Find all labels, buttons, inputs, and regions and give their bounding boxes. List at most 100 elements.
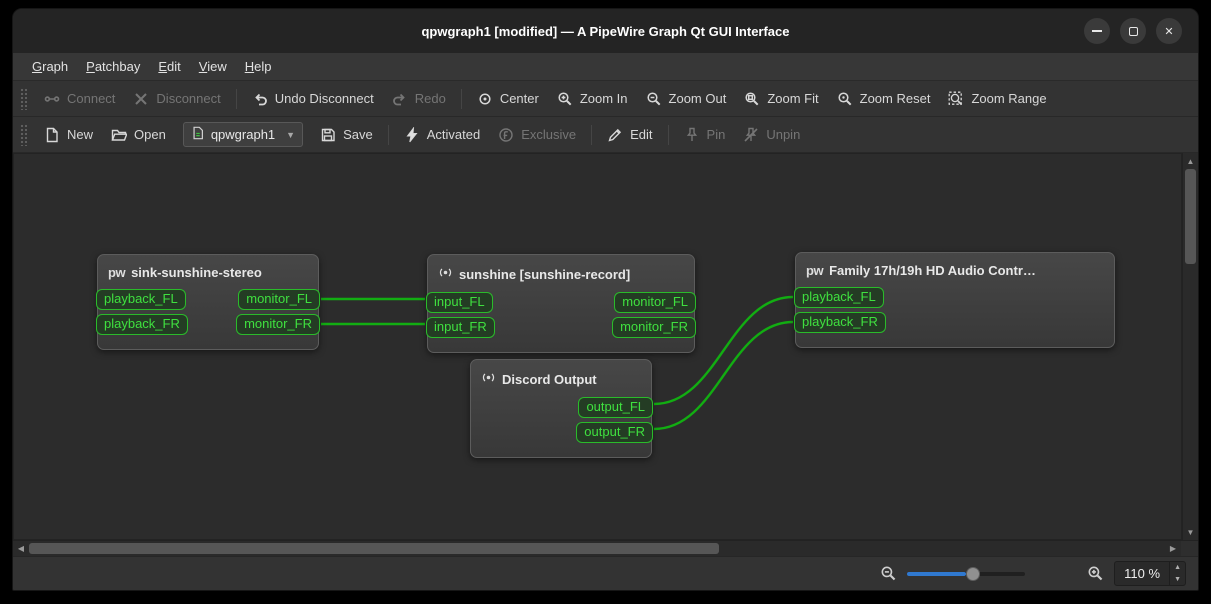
- undo-icon: [252, 91, 268, 107]
- zoom-slider-handle[interactable]: [966, 566, 981, 581]
- vertical-scrollbar-thumb[interactable]: [1185, 169, 1196, 264]
- minimize-icon: [1092, 30, 1102, 32]
- zoom-slider[interactable]: [907, 566, 1026, 581]
- disconnect-button[interactable]: Disconnect: [124, 85, 229, 113]
- node-title: Family 17h/19h HD Audio Contr…: [829, 263, 1036, 278]
- port-monitor-fr[interactable]: monitor_FR: [236, 314, 320, 335]
- node-ports: output_FL output_FR: [471, 389, 653, 457]
- zoom-slider-fill: [907, 571, 967, 576]
- port-input-fl[interactable]: input_FL: [426, 292, 493, 313]
- activated-toggle[interactable]: Activated: [395, 121, 489, 149]
- maximize-icon: [1128, 26, 1138, 36]
- node-header: sunshine [sunshine-record]: [428, 255, 694, 284]
- toolbar-drag-handle[interactable]: [20, 123, 27, 146]
- menu-patchbay[interactable]: Patchbay: [77, 55, 149, 78]
- statusbar: 110 % ▲ ▼: [13, 556, 1198, 590]
- patchbay-file-icon: [191, 126, 205, 143]
- minimize-button[interactable]: [1084, 18, 1110, 44]
- zoom-in-icon: [557, 91, 573, 107]
- menubar: Graph Patchbay Edit View Help: [13, 53, 1198, 81]
- node-family-hd-audio[interactable]: pw Family 17h/19h HD Audio Contr… playba…: [794, 252, 1115, 348]
- new-button[interactable]: New: [35, 121, 102, 149]
- close-button[interactable]: ✕: [1156, 18, 1182, 44]
- zoom-range-button[interactable]: Zoom Range: [939, 85, 1055, 113]
- node-header: Discord Output: [471, 360, 651, 389]
- node-sunshine-record[interactable]: sunshine [sunshine-record] input_FL moni…: [426, 254, 696, 353]
- edit-toggle[interactable]: Edit: [598, 121, 661, 149]
- titlebar[interactable]: qpwgraph1 [modified] — A PipeWire Graph …: [13, 9, 1198, 53]
- patchbay-file-combo[interactable]: qpwgraph1 ▼: [182, 122, 304, 147]
- node-discord-output[interactable]: Discord Output output_FL output_FR: [470, 359, 653, 458]
- menu-graph[interactable]: Graph: [23, 55, 77, 78]
- toolbar-drag-handle[interactable]: [20, 87, 27, 110]
- menu-help[interactable]: Help: [236, 55, 281, 78]
- redo-icon: [392, 91, 408, 107]
- port-playback-fl[interactable]: playback_FL: [96, 289, 186, 310]
- zoom-value: 110 %: [1124, 566, 1161, 581]
- open-button[interactable]: Open: [102, 121, 175, 149]
- zoom-out-button[interactable]: Zoom Out: [637, 85, 736, 113]
- node-ports: playback_FL playback_FR: [794, 279, 1114, 347]
- toolbar-separator: [591, 124, 593, 145]
- connect-icon: [44, 91, 60, 107]
- spin-up-icon[interactable]: ▲: [1170, 562, 1185, 574]
- connect-button[interactable]: Connect: [35, 85, 124, 113]
- horizontal-scrollbar-thumb[interactable]: [29, 543, 719, 554]
- close-icon: ✕: [1164, 25, 1174, 38]
- port-playback-fl[interactable]: playback_FL: [794, 287, 884, 308]
- node-ports: input_FL monitor_FL input_FR monitor_FR: [426, 284, 696, 352]
- port-input-fr[interactable]: input_FR: [426, 317, 495, 338]
- menu-view[interactable]: View: [190, 55, 236, 78]
- port-output-fl[interactable]: output_FL: [578, 397, 653, 418]
- exclusive-icon: [498, 127, 514, 143]
- scroll-down-icon[interactable]: ▼: [1183, 524, 1198, 540]
- pin-button[interactable]: Pin: [675, 121, 735, 149]
- scroll-right-icon[interactable]: ▶: [1165, 541, 1181, 556]
- horizontal-scrollbar[interactable]: ◀ ▶: [13, 540, 1181, 556]
- zoom-fit-icon: [744, 91, 760, 107]
- center-button[interactable]: Center: [468, 85, 548, 113]
- port-monitor-fl[interactable]: monitor_FL: [238, 289, 320, 310]
- zoom-out-status-icon[interactable]: [880, 565, 897, 582]
- lightning-icon: [404, 126, 420, 143]
- vertical-scrollbar[interactable]: ▲ ▼: [1182, 153, 1198, 540]
- horizontal-scrollbar-track[interactable]: [719, 541, 1165, 556]
- node-header: pw Family 17h/19h HD Audio Contr…: [796, 253, 1114, 279]
- scroll-up-icon[interactable]: ▲: [1183, 153, 1198, 169]
- toolbar-graph: Connect Disconnect Undo Disconnect Redo …: [13, 81, 1198, 117]
- stream-icon: [438, 265, 453, 284]
- exclusive-toggle[interactable]: Exclusive: [489, 121, 585, 149]
- scroll-left-icon[interactable]: ◀: [13, 541, 29, 556]
- redo-button[interactable]: Redo: [383, 85, 455, 113]
- scrollbar-corner: [1181, 540, 1198, 556]
- pipewire-icon: pw: [108, 265, 126, 280]
- zoom-in-status-icon[interactable]: [1087, 565, 1104, 582]
- menu-edit[interactable]: Edit: [149, 55, 189, 78]
- pencil-icon: [607, 127, 623, 143]
- undo-disconnect-button[interactable]: Undo Disconnect: [243, 85, 383, 113]
- save-icon: [320, 127, 336, 143]
- graph-canvas[interactable]: pw sink-sunshine-stereo playback_FL moni…: [13, 153, 1182, 540]
- zoom-spinbox[interactable]: 110 % ▲ ▼: [1114, 561, 1186, 586]
- port-output-fr[interactable]: output_FR: [576, 422, 653, 443]
- patchbay-file-name: qpwgraph1: [210, 127, 276, 142]
- zoom-reset-button[interactable]: Zoom Reset: [828, 85, 940, 113]
- port-monitor-fr[interactable]: monitor_FR: [612, 317, 696, 338]
- unpin-button[interactable]: Unpin: [734, 121, 809, 149]
- unpin-icon: [743, 127, 759, 143]
- node-sink-sunshine-stereo[interactable]: pw sink-sunshine-stereo playback_FL moni…: [96, 254, 320, 350]
- pipewire-icon: pw: [806, 263, 824, 278]
- toolbar-patchbay: New Open qpwgraph1 ▼ Save Activated Excl…: [13, 117, 1198, 153]
- vertical-scrollbar-track[interactable]: [1183, 264, 1198, 524]
- port-playback-fr[interactable]: playback_FR: [96, 314, 188, 335]
- save-button[interactable]: Save: [311, 121, 382, 149]
- maximize-button[interactable]: [1120, 18, 1146, 44]
- port-monitor-fl[interactable]: monitor_FL: [614, 292, 696, 313]
- spin-down-icon[interactable]: ▼: [1170, 574, 1185, 586]
- node-title: Discord Output: [502, 371, 597, 387]
- port-playback-fr[interactable]: playback_FR: [794, 312, 886, 333]
- zoom-in-button[interactable]: Zoom In: [548, 85, 637, 113]
- app-window: qpwgraph1 [modified] — A PipeWire Graph …: [12, 8, 1199, 591]
- zoom-fit-button[interactable]: Zoom Fit: [735, 85, 827, 113]
- open-folder-icon: [111, 127, 128, 143]
